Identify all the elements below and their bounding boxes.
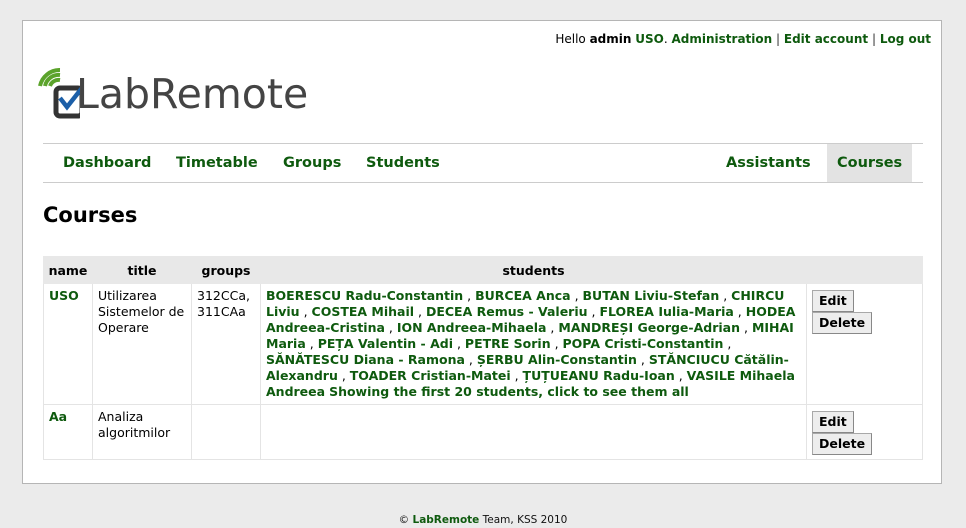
- nav-students[interactable]: Students: [356, 144, 450, 182]
- courses-table: name title groups students USO Utilizare…: [43, 256, 923, 460]
- separator: |: [871, 32, 876, 46]
- user-bar: Hello admin USO. Administration | Edit a…: [555, 32, 931, 46]
- show-all-students-link[interactable]: Showing the first 20 students, click to …: [329, 384, 689, 399]
- course-groups: [191, 404, 261, 460]
- course-students: BOERESCU Radu-Constantin , BURCEA Anca ,…: [260, 283, 807, 405]
- page-container: Hello admin USO. Administration | Edit a…: [22, 20, 942, 484]
- current-course-link[interactable]: USO: [635, 32, 664, 46]
- nav-dashboard[interactable]: Dashboard: [53, 144, 161, 182]
- nav-courses[interactable]: Courses: [827, 144, 913, 182]
- footer-brand-link[interactable]: LabRemote: [413, 514, 480, 526]
- edit-button[interactable]: Edit: [812, 411, 854, 433]
- logout-link[interactable]: Log out: [880, 32, 931, 46]
- delete-button[interactable]: Delete: [812, 433, 873, 455]
- separator: |: [776, 32, 781, 46]
- edit-button[interactable]: Edit: [812, 290, 854, 312]
- course-groups: 312CCa, 311CAa: [191, 283, 261, 405]
- page-title: Courses: [43, 203, 138, 227]
- student-link[interactable]: POPA Cristi-Constantin: [563, 336, 724, 351]
- course-name-link[interactable]: Aa: [49, 409, 67, 424]
- edit-account-link[interactable]: Edit account: [784, 32, 868, 46]
- table-row: Aa Analiza algoritmilor EditDelete: [43, 404, 923, 460]
- username: admin: [589, 32, 632, 46]
- course-name-cell: USO: [43, 283, 93, 405]
- nav-timetable[interactable]: Timetable: [166, 144, 268, 182]
- student-link[interactable]: ȘERBU Alin-Constantin: [477, 352, 637, 367]
- table-row: USO Utilizarea Sistemelor de Operare 312…: [43, 283, 923, 405]
- course-students: [260, 404, 807, 460]
- course-name-link[interactable]: USO: [49, 288, 79, 303]
- column-header-actions: [806, 256, 923, 284]
- delete-button[interactable]: Delete: [812, 312, 873, 334]
- logo-text: LabRemote: [76, 70, 309, 118]
- nav-assistants[interactable]: Assistants: [716, 144, 821, 182]
- student-link[interactable]: PETRE Sorin: [465, 336, 551, 351]
- student-link[interactable]: DECEA Remus - Valeriu: [426, 304, 588, 319]
- footer: © LabRemote Team, KSS 2010: [0, 514, 966, 526]
- student-link[interactable]: PEȚA Valentin - Adi: [318, 336, 453, 351]
- course-title: Analiza algoritmilor: [92, 404, 192, 460]
- table-header-row: name title groups students: [43, 256, 923, 284]
- student-link[interactable]: BOERESCU Radu-Constantin: [266, 288, 463, 303]
- student-link[interactable]: BURCEA Anca: [475, 288, 570, 303]
- student-link[interactable]: MANDREȘI George-Adrian: [558, 320, 740, 335]
- administration-link[interactable]: Administration: [672, 32, 773, 46]
- main-nav: Dashboard Timetable Groups Students Assi…: [43, 143, 923, 183]
- labremote-logo[interactable]: LabRemote: [38, 65, 338, 123]
- row-actions: EditDelete: [806, 404, 923, 460]
- logo-checkbox-icon: [38, 68, 80, 119]
- row-actions: EditDelete: [806, 283, 923, 405]
- student-link[interactable]: TOADER Cristian-Matei: [350, 368, 511, 383]
- student-link[interactable]: ION Andreea-Mihaela: [397, 320, 547, 335]
- course-name-cell: Aa: [43, 404, 93, 460]
- student-link[interactable]: FLOREA Iulia-Maria: [599, 304, 733, 319]
- student-link[interactable]: SĂNĂTESCU Diana - Ramona: [266, 352, 465, 367]
- column-header-title: title: [92, 256, 192, 284]
- column-header-students: students: [260, 256, 807, 284]
- column-header-groups: groups: [191, 256, 261, 284]
- copyright-symbol: ©: [398, 514, 410, 526]
- student-link[interactable]: ȚUȚUEANU Radu-Ioan: [523, 368, 675, 383]
- student-link[interactable]: COSTEA Mihail: [312, 304, 415, 319]
- course-title: Utilizarea Sistemelor de Operare: [92, 283, 192, 405]
- column-header-name: name: [43, 256, 93, 284]
- student-link[interactable]: BUTAN Liviu-Stefan: [583, 288, 720, 303]
- nav-groups[interactable]: Groups: [273, 144, 351, 182]
- footer-text: Team, KSS 2010: [482, 514, 568, 526]
- hello-text: Hello: [555, 32, 586, 46]
